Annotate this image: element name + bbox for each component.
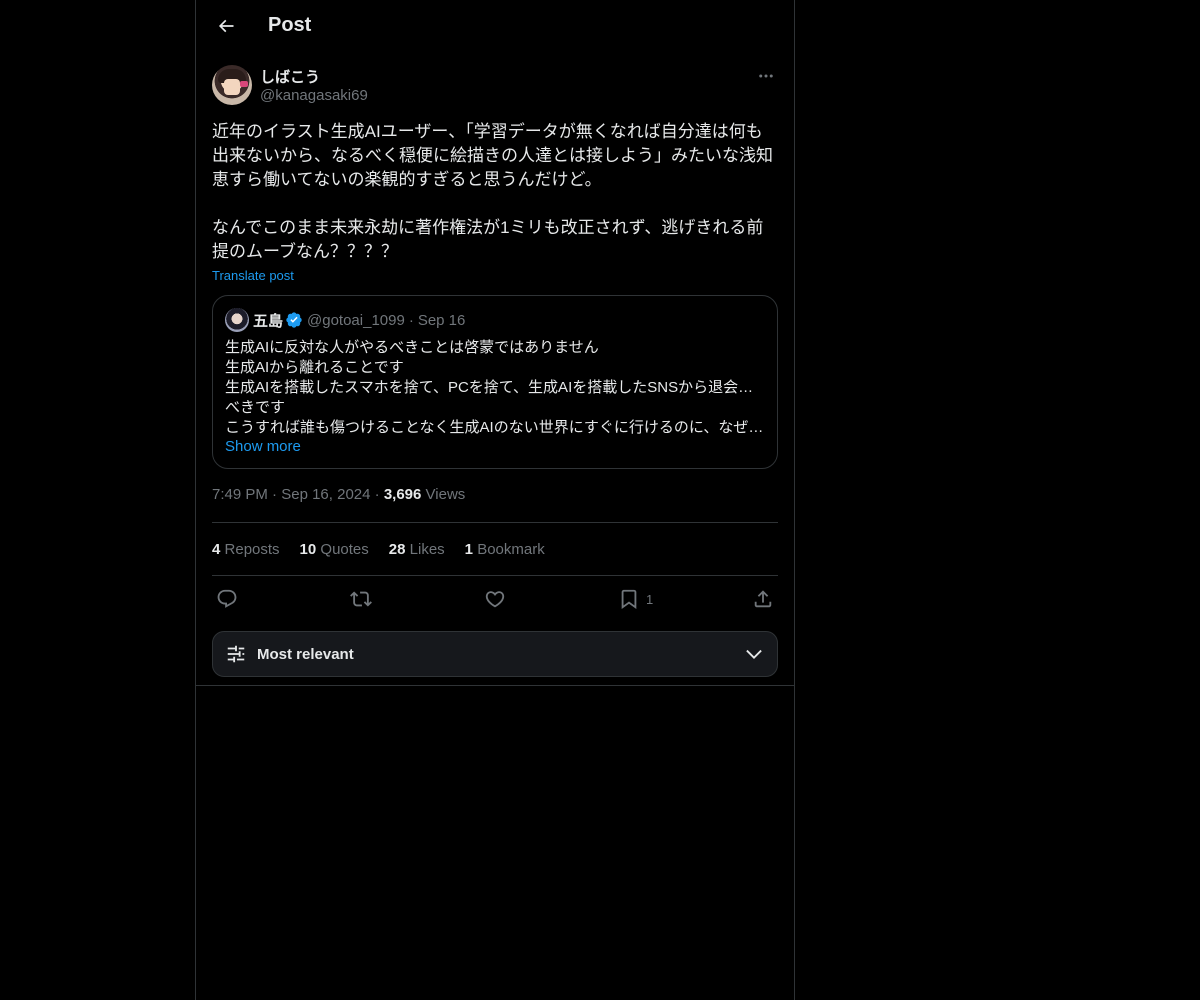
quotes-count: 10 [299,540,317,558]
views-label: Views [425,486,466,503]
separator-dot: · [272,486,278,503]
reposts-label: Reposts [224,540,280,558]
translate-post-link[interactable]: Translate post [212,268,294,283]
post-time[interactable]: 7:49 PM [212,486,268,503]
post-date[interactable]: Sep 16, 2024 [281,486,370,503]
quoted-text-line: こうすれば誰も傷つけることなく生成AIのない世界にすぐに行けるのに、なぜ… [225,419,764,436]
heart-icon [485,591,505,608]
post-actions: 1 [212,586,778,612]
repost-button[interactable] [350,586,372,612]
quoted-post-header: 五島 @gotoai_1099 · Sep 16 [225,308,765,332]
quoted-author-avatar [225,308,249,332]
bookmark-count: 1 [646,591,654,607]
show-more-link[interactable]: Show more [225,438,765,455]
quoted-post-text: 生成AIに反対な人がやるべきことは啓蒙ではありません 生成AIから離れることです… [225,338,765,438]
post-meta: 7:49 PM · Sep 16, 2024 · 3,696 Views [212,486,465,503]
post-stats: 4 Reposts 10 Quotes 28 Likes 1 Bookmark [212,522,778,576]
separator-dot: · [408,311,414,329]
post-header: Post [196,0,794,54]
author-display-name[interactable]: しばこう [260,66,320,87]
quoted-text-line: 生成AIに反対な人がやるべきことは啓蒙ではありません [225,339,599,356]
post-text: 近年のイラスト生成AIユーザー、「学習データが無くなれば自分達は何も 出来ないか… [212,122,773,261]
sliders-icon [227,645,245,663]
bookmarks-stat[interactable]: 1 Bookmark [465,541,545,558]
author-avatar[interactable] [212,65,252,105]
quoted-post-date: Sep 16 [417,311,466,329]
section-divider [196,685,794,686]
bookmark-button[interactable]: 1 [618,586,653,612]
bookmarks-label: Bookmark [477,540,545,558]
reply-button[interactable] [216,586,238,612]
page-title: Post [268,14,312,36]
quoted-text-line: 生成AIから離れることです [225,359,404,376]
post-article: しばこう @kanagasaki69 近年のイラスト生成AIユーザー、「学習デー… [212,64,778,677]
post-author: しばこう @kanagasaki69 [212,64,778,108]
back-button[interactable] [208,8,244,44]
reposts-stat[interactable]: 4 Reposts [212,541,280,558]
quoted-text-line: べきです [225,399,286,416]
bookmark-icon [621,589,637,610]
author-handle[interactable]: @kanagasaki69 [260,87,368,104]
quotes-label: Quotes [320,540,369,558]
arrow-left-icon [218,19,234,33]
repost-icon [350,591,372,607]
reply-icon [217,589,237,608]
like-button[interactable] [484,586,506,612]
separator-dot: · [374,486,380,503]
quoted-author-handle: @gotoai_1099 [307,311,405,329]
quoted-text-line: 生成AIを搭載したスマホを捨て、PCを捨て、生成AIを搭載したSNSから退会する [225,379,765,396]
more-options-button[interactable] [754,64,778,88]
verified-badge-icon [286,312,302,328]
likes-count: 28 [388,540,406,558]
share-button[interactable] [752,586,774,612]
more-horizontal-icon [759,74,773,78]
chevron-down-icon [746,649,762,659]
reply-sort-dropdown[interactable]: Most relevant [212,631,778,677]
sort-label: Most relevant [257,645,354,663]
bookmarks-count: 1 [464,540,474,558]
quoted-author-name: 五島 [253,312,284,330]
likes-stat[interactable]: 28 Likes [389,541,445,558]
quoted-post[interactable]: 五島 @gotoai_1099 · Sep 16 生成AIに反対な人がやるべきこ… [212,295,778,469]
reposts-count: 4 [212,540,221,558]
likes-label: Likes [409,540,445,558]
primary-column: Post しばこう @kanagasaki69 近年のイラスト生成AIユーザー、… [195,0,795,1000]
share-icon [754,590,772,608]
quotes-stat[interactable]: 10 Quotes [300,541,369,558]
views-count: 3,696 [383,486,422,503]
